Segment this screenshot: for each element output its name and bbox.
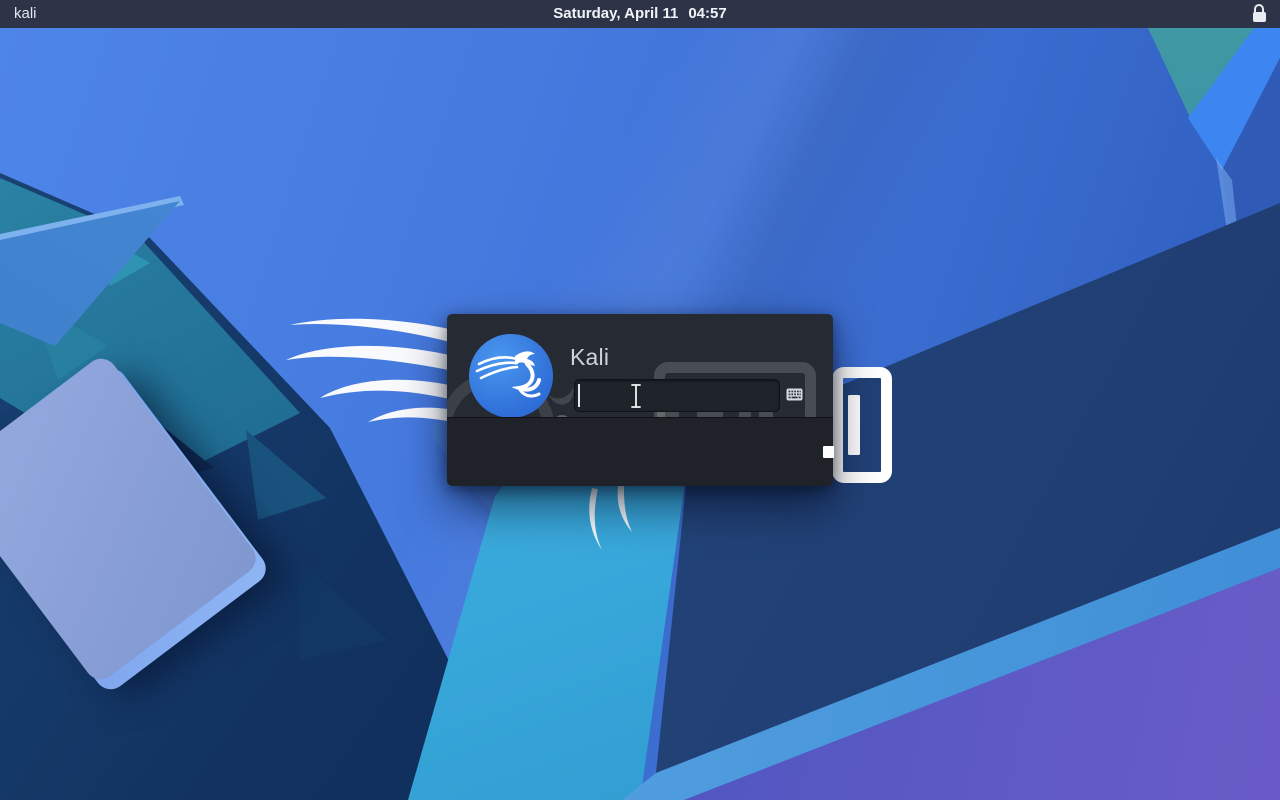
padlock-body [1253, 12, 1266, 22]
ibeam-cursor-icon [629, 382, 643, 410]
kali-dragon-whiskers-left [272, 316, 454, 424]
user-avatar [469, 334, 553, 417]
unlock-dialog: Kali Switc [447, 314, 833, 486]
unlock-dialog-footer: Switch User Cancel Unlock [447, 417, 833, 486]
clock-time: 04:57 [688, 5, 726, 22]
clock: Saturday, April 11 04:57 [553, 0, 726, 28]
kali-dragon-logo-icon [469, 334, 553, 417]
top-bar: kali Saturday, April 11 04:57 [0, 0, 1280, 28]
clock-date: Saturday, April 11 [553, 5, 678, 22]
hostname-label: kali [14, 0, 37, 28]
lockscreen-logo-bar [848, 395, 860, 455]
padlock-icon [1250, 4, 1268, 24]
username-label: Kali [570, 344, 609, 371]
password-input[interactable] [574, 379, 780, 412]
on-screen-keyboard-icon[interactable] [786, 388, 803, 401]
unlock-dialog-body: Kali [447, 314, 833, 417]
lockscreen-logo-frame [832, 367, 892, 483]
kali-dragon-whiskers-below [578, 486, 642, 556]
lockscreen-logo-letter-tip [823, 446, 834, 458]
text-caret [578, 384, 580, 407]
